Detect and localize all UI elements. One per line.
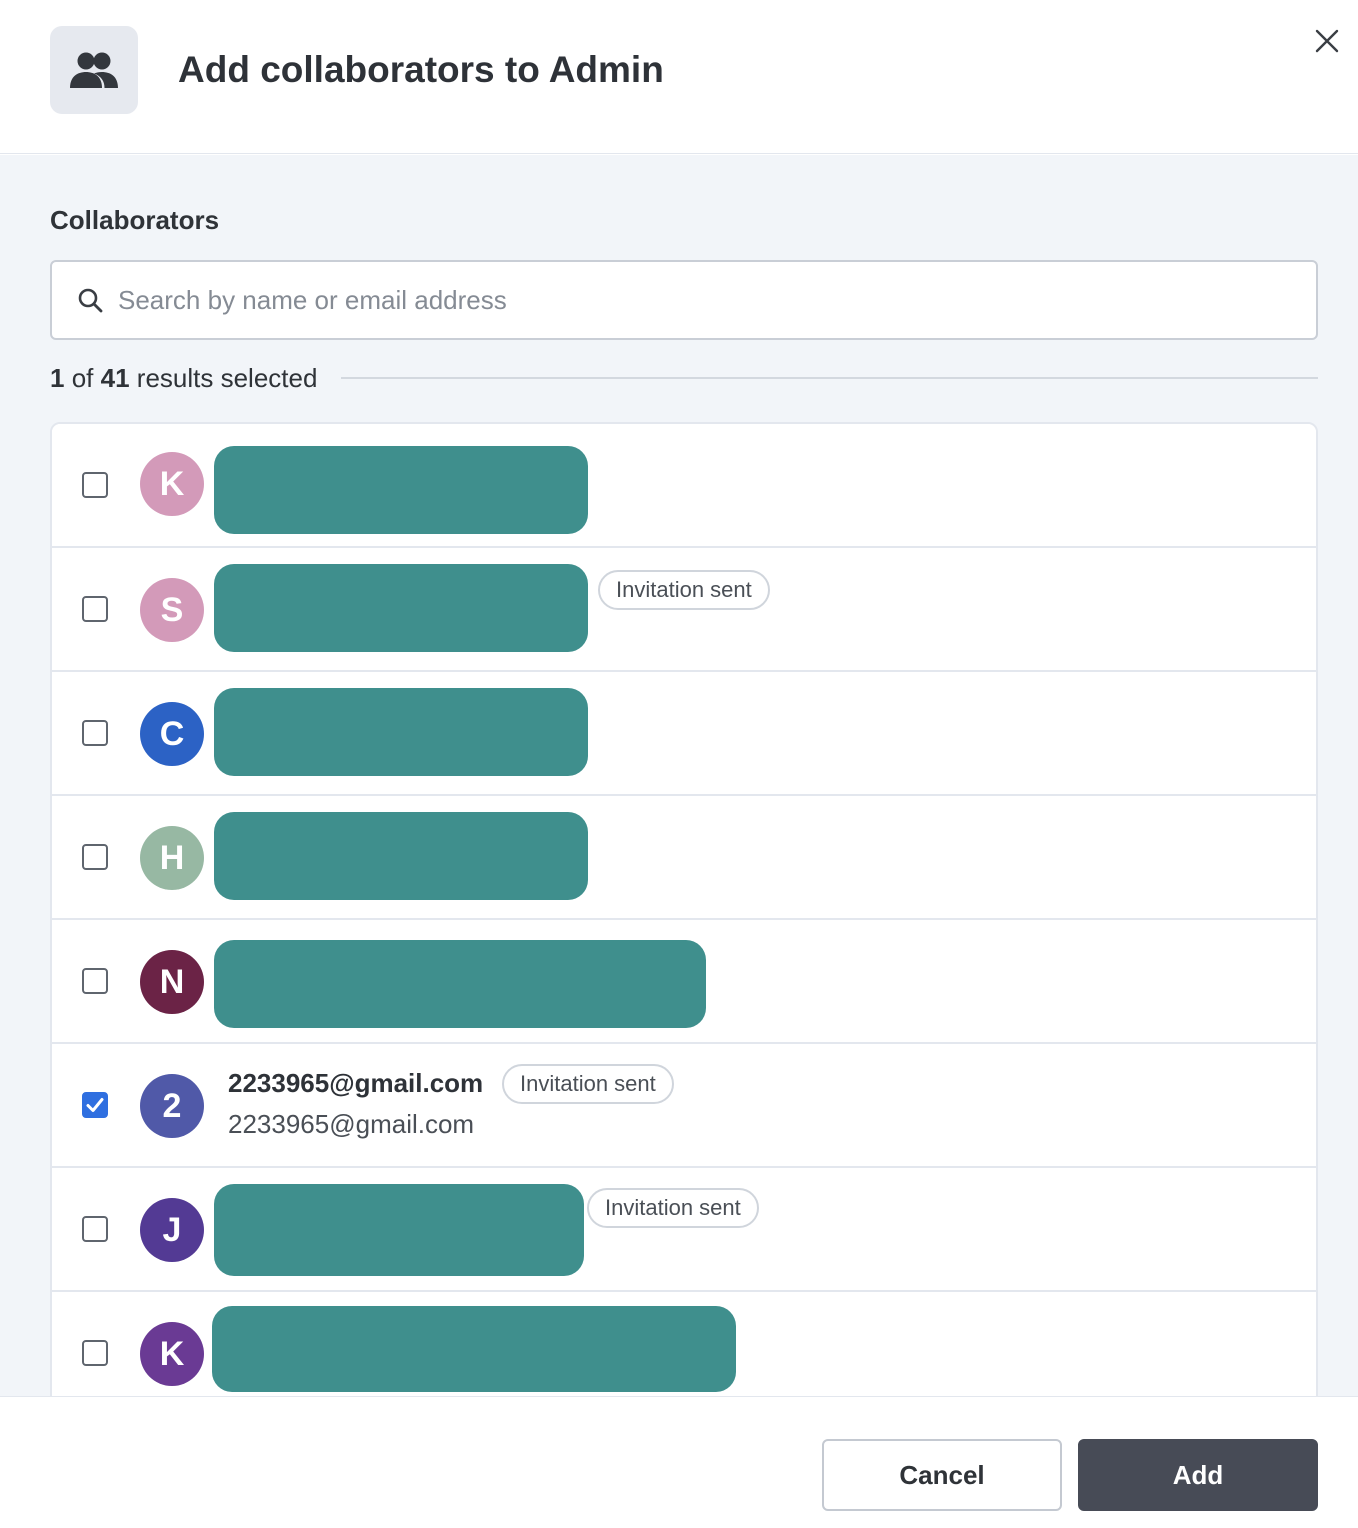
search-box[interactable] bbox=[50, 260, 1318, 340]
results-divider bbox=[341, 377, 1318, 379]
results-count: 1 of 41 results selected bbox=[50, 363, 317, 394]
row-checkbox[interactable] bbox=[82, 1340, 108, 1366]
collaborator-email: 2233965@gmail.com bbox=[228, 1109, 475, 1139]
redacted-name bbox=[214, 940, 706, 1028]
dialog-header: Add collaborators to Admin bbox=[0, 0, 1358, 154]
list-item[interactable]: C bbox=[52, 672, 1316, 796]
status-badge: Invitation sent bbox=[502, 1064, 674, 1104]
avatar: 2 bbox=[140, 1074, 204, 1138]
dialog-footer: Cancel Add bbox=[0, 1396, 1358, 1528]
list-item[interactable]: 2 2233965@gmail.com Invitation sent 2233… bbox=[52, 1044, 1316, 1168]
redacted-name bbox=[214, 1184, 584, 1276]
search-input[interactable] bbox=[118, 270, 1268, 330]
list-item[interactable]: H bbox=[52, 796, 1316, 920]
list-item[interactable]: K bbox=[52, 1292, 1316, 1396]
selected-count: 1 bbox=[50, 362, 65, 393]
results-of: of bbox=[71, 362, 94, 393]
results-summary: 1 of 41 results selected bbox=[50, 358, 1318, 398]
avatar: K bbox=[140, 1322, 204, 1386]
collaborators-icon bbox=[50, 26, 138, 114]
row-checkbox[interactable] bbox=[82, 1092, 108, 1118]
row-checkbox[interactable] bbox=[82, 1216, 108, 1242]
row-checkbox[interactable] bbox=[82, 720, 108, 746]
list-item[interactable]: K bbox=[52, 424, 1316, 548]
add-button[interactable]: Add bbox=[1078, 1439, 1318, 1511]
redacted-name bbox=[212, 1306, 736, 1392]
redacted-name bbox=[214, 446, 588, 534]
dialog-title: Add collaborators to Admin bbox=[178, 49, 664, 90]
collaborator-name: 2233965@gmail.com bbox=[228, 1068, 484, 1098]
row-checkbox[interactable] bbox=[82, 968, 108, 994]
dialog-body: Collaborators 1 of 41 results selected K… bbox=[0, 155, 1358, 1396]
search-icon bbox=[76, 286, 104, 314]
redacted-name bbox=[214, 812, 588, 900]
status-badge: Invitation sent bbox=[598, 570, 770, 610]
row-checkbox[interactable] bbox=[82, 472, 108, 498]
row-checkbox[interactable] bbox=[82, 596, 108, 622]
close-icon bbox=[1315, 29, 1339, 53]
collaborator-list[interactable]: K S Invitation sent C H N 2 2233965@gmai… bbox=[50, 422, 1318, 1396]
cancel-button[interactable]: Cancel bbox=[822, 1439, 1062, 1511]
redacted-name bbox=[214, 564, 588, 652]
avatar: C bbox=[140, 702, 204, 766]
list-item[interactable]: J Invitation sent bbox=[52, 1168, 1316, 1292]
list-item[interactable]: S Invitation sent bbox=[52, 548, 1316, 672]
close-button[interactable] bbox=[1308, 22, 1346, 60]
redacted-name bbox=[214, 688, 588, 776]
status-badge: Invitation sent bbox=[587, 1188, 759, 1228]
avatar: J bbox=[140, 1198, 204, 1262]
total-count: 41 bbox=[100, 362, 130, 393]
list-item[interactable]: N bbox=[52, 920, 1316, 1044]
row-checkbox[interactable] bbox=[82, 844, 108, 870]
avatar: H bbox=[140, 826, 204, 890]
check-icon bbox=[86, 1098, 104, 1112]
avatar: N bbox=[140, 950, 204, 1014]
avatar: S bbox=[140, 578, 204, 642]
collaborators-label: Collaborators bbox=[50, 205, 220, 235]
avatar: K bbox=[140, 452, 204, 516]
results-suffix: results selected bbox=[136, 362, 318, 393]
